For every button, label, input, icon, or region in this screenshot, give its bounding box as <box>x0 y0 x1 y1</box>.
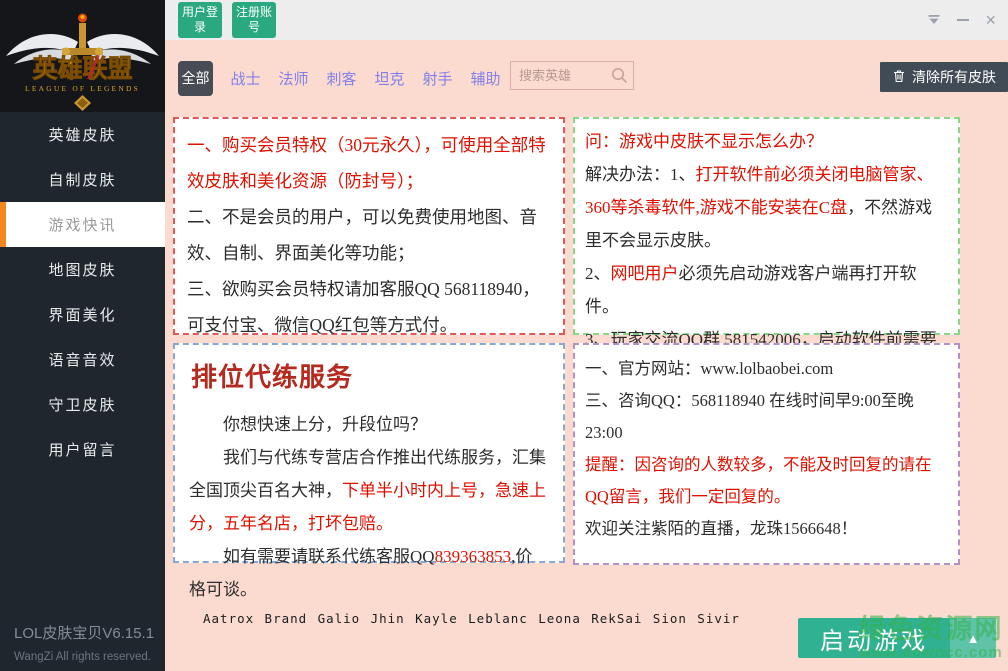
window-titlebar: 用户登录 注册账号 × <box>165 0 1008 40</box>
champion-link-galio[interactable]: Galio <box>318 611 361 626</box>
window-controls: × <box>927 0 996 40</box>
clear-all-skins-label: 清除所有皮肤 <box>912 67 996 87</box>
sidebar-item-map-skins[interactable]: 地图皮肤 <box>0 247 165 292</box>
contact-line-1: 一、官方网站：www.lolbaobei.com <box>585 353 948 385</box>
text-segment: 提醒：因咨询的人数较多，不能及时回复的请在QQ留言，我们一定回复的。 <box>585 455 932 506</box>
launch-game-button[interactable]: 启动游戏 ▲ <box>798 618 996 658</box>
contact-line-4: 欢迎关注紫陌的直播，龙珠1566648！ <box>585 513 948 545</box>
main-content: 全部 战士 法师 刺客 坦克 射手 辅助 清除所有皮肤 一、购买会员特权（30元… <box>165 40 1008 671</box>
sidebar-item-ui-beautify[interactable]: 界面美化 <box>0 292 165 337</box>
contact-line-2: 三、咨询QQ：568118940 在线时间早9:00至晚23:00 <box>585 385 948 449</box>
logo-graphic: 英雄联盟 LEAGUE OF LEGENDS <box>0 0 165 112</box>
sidebar-item-ward-skins[interactable]: 守卫皮肤 <box>0 382 165 427</box>
register-account-button[interactable]: 注册账号 <box>232 2 276 38</box>
sidebar-item-voice-sfx[interactable]: 语音音效 <box>0 337 165 382</box>
sidebar-footer: LOL皮肤宝贝V6.15.1 WangZi All rights reserve… <box>14 622 154 663</box>
league-of-legends-logo: 英雄联盟 LEAGUE OF LEGENDS <box>0 0 165 112</box>
tab-support[interactable]: 辅助 <box>470 68 501 89</box>
text-segment: 839363853 <box>435 547 512 566</box>
launch-game-label: 启动游戏 <box>798 618 950 658</box>
sidebar-item-custom-skins[interactable]: 自制皮肤 <box>0 157 165 202</box>
champion-link-sivir[interactable]: Sivir <box>697 611 740 626</box>
text-segment: 2、 <box>585 264 611 283</box>
champion-filter-tabs: 全部 战士 法师 刺客 坦克 射手 辅助 <box>178 61 501 96</box>
tab-tank[interactable]: 坦克 <box>374 68 405 89</box>
sidebar-item-label: 地图皮肤 <box>48 259 116 280</box>
chevron-down-icon[interactable] <box>927 14 941 26</box>
text-segment: 三、欲购买会员特权请加客服QQ 568118940，可支付宝、微信QQ红包等方式… <box>187 279 540 335</box>
faq-question: 问：游戏中皮肤不显示怎么办？ <box>585 125 948 158</box>
copyright-text: WangZi All rights reserved. <box>14 651 154 663</box>
sidebar-item-label: 语音音效 <box>48 349 116 370</box>
user-login-button[interactable]: 用户登录 <box>178 2 222 38</box>
membership-line-3: 三、欲购买会员特权请加客服QQ 568118940，可支付宝、微信QQ红包等方式… <box>187 271 551 343</box>
text-segment: 一、购买会员特权（30元永久），可使用全部特效皮肤和美化资源（防封号）； <box>187 135 546 191</box>
text-segment: 问：游戏中皮肤不显示怎么办？ <box>585 132 823 151</box>
membership-line-2: 二、不是会员的用户，可以免费使用地图、音效、自制、界面美化等功能； <box>187 199 551 271</box>
text-segment: 如有需要请联系代练客服QQ <box>223 547 435 566</box>
champion-link-leblanc[interactable]: Leblanc <box>468 611 528 626</box>
panel-boost-service: 排位代练服务 你想快速上分，升段位吗？ 我们与代练专营店合作推出代练服务，汇集全… <box>173 343 565 563</box>
active-item-accent-bar <box>0 202 6 247</box>
search-input[interactable] <box>511 68 611 83</box>
close-icon[interactable]: × <box>985 11 996 29</box>
boost-line-3: 如有需要请联系代练客服QQ839363853,价格可谈。 <box>189 540 549 606</box>
boost-line-2: 我们与代练专营店合作推出代练服务，汇集全国顶尖百名大神，下单半小时内上号，急速上… <box>189 441 549 540</box>
champion-link-leona[interactable]: Leona <box>538 611 581 626</box>
logo-subtitle: LEAGUE OF LEGENDS <box>25 84 140 93</box>
champion-name-row: Aatrox Brand Galio Jhin Kayle Leblanc Le… <box>203 611 740 626</box>
sidebar-item-label: 自制皮肤 <box>48 169 116 190</box>
sidebar-item-label: 界面美化 <box>48 304 116 325</box>
champion-link-aatrox[interactable]: Aatrox <box>203 611 254 626</box>
app-window: 英雄联盟 LEAGUE OF LEGENDS 英雄皮肤 自制皮肤 游戏快讯 地图… <box>0 0 1008 671</box>
tab-marksman[interactable]: 射手 <box>422 68 453 89</box>
boost-line-1: 你想快速上分，升段位吗？ <box>189 408 549 441</box>
champion-link-brand[interactable]: Brand <box>265 611 308 626</box>
text-segment: 网吧用户 <box>611 264 679 283</box>
contact-line-3: 提醒：因咨询的人数较多，不能及时回复的请在QQ留言，我们一定回复的。 <box>585 449 948 513</box>
faq-answer-1: 解决办法：1、打开软件前必须关闭电脑管家、360等杀毒软件,游戏不能安装在C盘，… <box>585 158 948 257</box>
champion-link-sion[interactable]: Sion <box>653 611 687 626</box>
launch-options-arrow-icon[interactable]: ▲ <box>950 618 996 658</box>
minimize-icon[interactable] <box>957 19 969 21</box>
text-segment: 三、咨询QQ：568118940 在线时间早9:00至晚23:00 <box>585 391 914 442</box>
faq-answer-2: 2、网吧用户必须先启动游戏客户端再打开软件。 <box>585 257 948 323</box>
app-version: LOL皮肤宝贝V6.15.1 <box>14 622 154 643</box>
tab-assassin[interactable]: 刺客 <box>326 68 357 89</box>
champion-link-reksai[interactable]: RekSai <box>591 611 642 626</box>
search-box <box>510 61 634 90</box>
membership-line-1: 一、购买会员特权（30元永久），可使用全部特效皮肤和美化资源（防封号）； <box>187 127 551 199</box>
text-segment: 二、不是会员的用户，可以免费使用地图、音效、自制、界面美化等功能； <box>187 207 537 263</box>
text-segment: 一、官方网站：www.lolbaobei.com <box>585 359 833 378</box>
sidebar-item-label: 守卫皮肤 <box>48 394 116 415</box>
trash-icon <box>892 69 906 86</box>
tab-mage[interactable]: 法师 <box>278 68 309 89</box>
sidebar-item-user-messages[interactable]: 用户留言 <box>0 427 165 472</box>
champion-link-jhin[interactable]: Jhin <box>371 611 405 626</box>
text-segment: 解决办法：1、 <box>585 165 696 184</box>
sidebar-item-game-news[interactable]: 游戏快讯 <box>0 202 165 247</box>
sidebar: 英雄联盟 LEAGUE OF LEGENDS 英雄皮肤 自制皮肤 游戏快讯 地图… <box>0 0 165 671</box>
panel-faq: 问：游戏中皮肤不显示怎么办？ 解决办法：1、打开软件前必须关闭电脑管家、360等… <box>573 117 960 335</box>
text-segment: 欢迎关注紫陌的直播，龙珠1566648！ <box>585 519 857 538</box>
sidebar-item-label: 游戏快讯 <box>48 214 116 235</box>
tab-fighter[interactable]: 战士 <box>230 68 261 89</box>
panel-membership-notice: 一、购买会员特权（30元永久），可使用全部特效皮肤和美化资源（防封号）； 二、不… <box>173 117 565 335</box>
text-segment: 你想快速上分，升段位吗？ <box>223 415 427 434</box>
panel-contact-info: 一、官方网站：www.lolbaobei.com 三、咨询QQ：56811894… <box>573 343 960 565</box>
search-icon[interactable] <box>611 67 628 84</box>
champion-link-kayle[interactable]: Kayle <box>415 611 458 626</box>
sidebar-menu: 英雄皮肤 自制皮肤 游戏快讯 地图皮肤 界面美化 语音音效 守卫皮肤 用户留言 <box>0 112 165 472</box>
clear-all-skins-button[interactable]: 清除所有皮肤 <box>880 62 1008 92</box>
tab-all[interactable]: 全部 <box>178 61 213 96</box>
logo-title: 英雄联盟 <box>32 55 132 83</box>
sidebar-item-label: 用户留言 <box>48 439 116 460</box>
boost-service-title: 排位代练服务 <box>191 357 549 394</box>
sidebar-item-label: 英雄皮肤 <box>48 124 116 145</box>
sidebar-item-hero-skins[interactable]: 英雄皮肤 <box>0 112 165 157</box>
